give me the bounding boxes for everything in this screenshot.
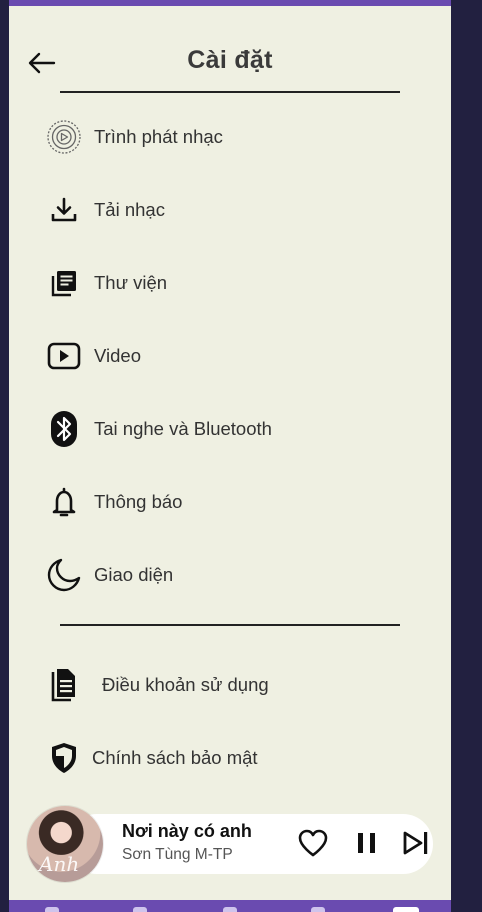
settings-item-appearance[interactable]: Giao diện	[39, 550, 419, 600]
settings-item-music-player[interactable]: Trình phát nhạc	[39, 112, 419, 162]
mini-player[interactable]: Anh Nơi này có anh Sơn Tùng M-TP	[27, 806, 433, 882]
settings-item-bluetooth[interactable]: Tai nghe và Bluetooth	[39, 404, 419, 454]
nav-home-icon[interactable]	[45, 907, 59, 912]
settings-item-notifications[interactable]: Thông báo	[39, 477, 419, 527]
skip-next-icon	[403, 831, 428, 855]
nav-profile-icon[interactable]	[393, 907, 419, 912]
music-player-icon	[39, 112, 89, 162]
settings-item-library[interactable]: Thư viện	[39, 258, 419, 308]
nav-library-icon[interactable]	[133, 907, 147, 912]
settings-item-label: Tải nhạc	[94, 199, 165, 220]
song-title: Nơi này có anh	[122, 821, 252, 841]
status-bar	[9, 0, 451, 6]
page-title: Cài đặt	[187, 46, 273, 74]
settings-screen: Cài đặt Trình phát nhạc Tải nhạc Thư việ…	[9, 0, 451, 912]
header-divider	[60, 91, 400, 93]
settings-item-privacy[interactable]: Chính sách bảo mật	[39, 733, 419, 783]
document-icon	[39, 660, 89, 710]
pause-icon	[358, 833, 375, 853]
settings-item-label: Tai nghe và Bluetooth	[94, 418, 272, 439]
library-icon	[39, 258, 89, 308]
heart-icon	[298, 829, 328, 857]
video-icon	[39, 331, 89, 381]
bluetooth-icon	[39, 404, 89, 454]
nav-explore-icon[interactable]	[311, 907, 325, 912]
settings-item-download[interactable]: Tải nhạc	[39, 185, 419, 235]
settings-item-label: Điều khoản sử dụng	[102, 674, 269, 695]
settings-item-label: Video	[94, 345, 141, 366]
moon-icon	[39, 550, 89, 600]
section-divider	[60, 624, 400, 626]
download-icon	[39, 185, 89, 235]
like-button[interactable]	[296, 826, 330, 860]
settings-item-label: Thư viện	[94, 272, 168, 293]
album-art[interactable]: Anh	[27, 806, 103, 882]
bottom-nav-bar	[9, 900, 451, 912]
settings-item-label: Giao diện	[94, 564, 174, 585]
settings-item-label: Thông báo	[94, 491, 183, 512]
pause-button[interactable]	[350, 826, 384, 860]
settings-item-video[interactable]: Video	[39, 331, 419, 381]
album-art-text: Anh	[39, 852, 80, 876]
nav-search-icon[interactable]	[223, 907, 237, 912]
settings-item-label: Trình phát nhạc	[94, 126, 223, 147]
song-artist: Sơn Tùng M-TP	[122, 846, 233, 863]
settings-item-label: Chính sách bảo mật	[92, 747, 258, 768]
settings-item-terms[interactable]: Điều khoản sử dụng	[39, 660, 419, 710]
bell-icon	[39, 477, 89, 527]
shield-icon	[39, 733, 89, 783]
next-button[interactable]	[399, 826, 433, 860]
